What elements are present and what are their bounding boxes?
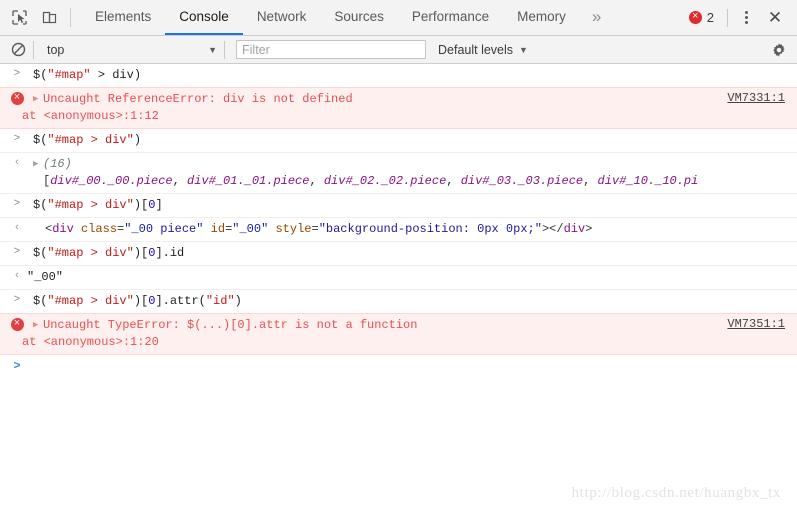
console-toolbar: top ▼ Default levels ▼ bbox=[0, 36, 797, 64]
error-icon bbox=[8, 91, 26, 106]
command-text: $("#map > div")[0].attr("id") bbox=[33, 294, 242, 308]
expand-triangle-icon[interactable]: ▶ bbox=[33, 91, 43, 108]
attr-name: style bbox=[275, 222, 312, 236]
console-prompt-row[interactable]: > bbox=[0, 355, 797, 378]
error-stack: at <anonymous>:1:12 bbox=[22, 109, 159, 123]
attr-value: "_00 piece" bbox=[124, 222, 204, 236]
console-command-row[interactable]: > $("#map > div")[0].id bbox=[0, 242, 797, 266]
console-command-row[interactable]: > $("#map > div") bbox=[0, 129, 797, 153]
console-command-row[interactable]: > $("#map > div")[0] bbox=[0, 194, 797, 218]
gear-icon[interactable] bbox=[767, 39, 791, 61]
chevron-down-icon: ▼ bbox=[208, 44, 217, 55]
prompt-in-icon: > bbox=[13, 245, 21, 257]
tab-memory[interactable]: Memory bbox=[503, 0, 580, 35]
divider bbox=[727, 8, 728, 27]
array-item: div#_01._01.piece bbox=[187, 174, 310, 188]
tab-label: Network bbox=[256, 9, 307, 24]
console-error-row[interactable]: ▶Uncaught TypeError: $(...)[0].attr is n… bbox=[0, 313, 797, 355]
tab-network[interactable]: Network bbox=[243, 0, 321, 35]
tabbar-icon-group bbox=[0, 0, 81, 35]
tab-console[interactable]: Console bbox=[165, 0, 243, 35]
error-source-link[interactable]: VM7331:1 bbox=[727, 91, 785, 105]
prompt-out-icon: ‹ bbox=[15, 269, 19, 281]
inspect-element-icon[interactable] bbox=[8, 7, 30, 29]
command-text: $("#map > div") bbox=[33, 133, 142, 147]
array-item: div#_03._03.piece bbox=[460, 174, 584, 188]
console-command-row[interactable]: > $("#map" > div) bbox=[0, 64, 797, 88]
error-icon bbox=[688, 10, 702, 24]
execution-context-select[interactable]: top ▼ bbox=[37, 40, 221, 60]
divider bbox=[33, 40, 34, 59]
prompt-out-icon: ‹ bbox=[15, 156, 19, 168]
more-tabs-button[interactable]: » bbox=[580, 0, 613, 35]
tab-elements[interactable]: Elements bbox=[81, 0, 165, 35]
command-text: $("#map > div")[0] bbox=[33, 198, 163, 212]
tab-label: Elements bbox=[95, 9, 152, 24]
panel-tabs: Elements Console Network Sources Perform… bbox=[81, 0, 685, 35]
command-text: $("#map" > div) bbox=[33, 68, 142, 82]
toolbar-divider bbox=[70, 8, 71, 27]
console-command-row[interactable]: > $("#map > div")[0].attr("id") bbox=[0, 290, 797, 314]
node-closing-tagname: div bbox=[563, 222, 586, 236]
error-count-label: 2 bbox=[706, 10, 714, 25]
error-message: Uncaught ReferenceError: div is not defi… bbox=[43, 92, 353, 106]
prompt-in-icon: > bbox=[13, 132, 21, 144]
log-levels-label: Default levels bbox=[438, 42, 514, 57]
filter-input[interactable] bbox=[236, 40, 426, 59]
node-tagname: div bbox=[52, 222, 74, 236]
command-text: $("#map > div")[0].id bbox=[33, 246, 185, 260]
device-toolbar-icon[interactable] bbox=[38, 7, 60, 29]
attr-name: id bbox=[210, 222, 226, 236]
expand-triangle-icon[interactable]: ▶ bbox=[33, 156, 43, 173]
array-item: div#_00._00.piece bbox=[50, 174, 173, 188]
error-stack: at <anonymous>:1:20 bbox=[22, 335, 159, 349]
execution-context-label: top bbox=[47, 42, 65, 57]
prompt-in-icon: > bbox=[13, 197, 21, 209]
chevron-down-icon: ▼ bbox=[519, 44, 528, 55]
tab-label: Performance bbox=[411, 9, 490, 24]
tab-performance[interactable]: Performance bbox=[398, 0, 503, 35]
console-node-result-row[interactable]: ‹ <div class="_00 piece" id="_00" style=… bbox=[0, 218, 797, 242]
console-error-row[interactable]: ▶Uncaught ReferenceError: div is not def… bbox=[0, 87, 797, 129]
divider bbox=[224, 40, 225, 59]
attr-name: class bbox=[81, 222, 118, 236]
tab-label: Memory bbox=[517, 9, 566, 24]
array-length: (16) bbox=[43, 157, 72, 171]
node-markup[interactable]: <div class="_00 piece" id="_00" style="b… bbox=[33, 222, 592, 236]
tabbar-right-group: 2 ✕ bbox=[685, 0, 797, 35]
result-value: "_00" bbox=[27, 270, 64, 284]
console-message-list[interactable]: > $("#map" > div) ▶Uncaught ReferenceErr… bbox=[0, 64, 797, 511]
array-item: div#_10._10.pi bbox=[597, 174, 699, 188]
error-source-link[interactable]: VM7351:1 bbox=[727, 317, 785, 331]
array-item: div#_02._02.piece bbox=[323, 174, 447, 188]
prompt-in-icon: > bbox=[13, 67, 21, 79]
array-body: ▶ (16) [div#_00._00.piece, div#_01._01.pie… bbox=[33, 156, 698, 188]
error-count-badge[interactable]: 2 bbox=[685, 10, 722, 25]
array-items: [div#_00._00.piece, div#_01._01.piece, d… bbox=[43, 174, 699, 188]
console-value-result-row[interactable]: ‹ "_00" bbox=[0, 266, 797, 290]
prompt-out-icon: ‹ bbox=[15, 221, 19, 233]
log-levels-select[interactable]: Default levels ▼ bbox=[434, 43, 532, 57]
close-icon[interactable]: ✕ bbox=[761, 5, 789, 31]
error-body: ▶ Uncaught TypeError: $(...)[0].attr is n… bbox=[0, 318, 417, 349]
prompt-in-icon: > bbox=[13, 293, 21, 305]
error-body: ▶ Uncaught ReferenceError: div is not def… bbox=[0, 92, 353, 123]
tab-label: Sources bbox=[334, 9, 384, 24]
console-array-result-row[interactable]: ‹ ▶ (16) [div#_00._00.piece, div#_01._01.p… bbox=[0, 153, 797, 194]
more-options-icon[interactable] bbox=[733, 5, 759, 31]
devtools-tabbar: Elements Console Network Sources Perform… bbox=[0, 0, 797, 36]
tab-sources[interactable]: Sources bbox=[320, 0, 398, 35]
watermark-text: http://blog.csdn.net/huangbx_tx bbox=[571, 485, 781, 501]
expand-triangle-icon[interactable]: ▶ bbox=[33, 317, 43, 334]
clear-console-icon[interactable] bbox=[6, 39, 30, 61]
error-message: Uncaught TypeError: $(...)[0].attr is no… bbox=[43, 318, 418, 332]
attr-value: "_00" bbox=[232, 222, 269, 236]
error-icon bbox=[8, 317, 26, 332]
tab-label: Console bbox=[179, 9, 229, 24]
prompt-in-icon: > bbox=[13, 358, 21, 372]
attr-value: "background-position: 0px 0px;" bbox=[318, 222, 542, 236]
